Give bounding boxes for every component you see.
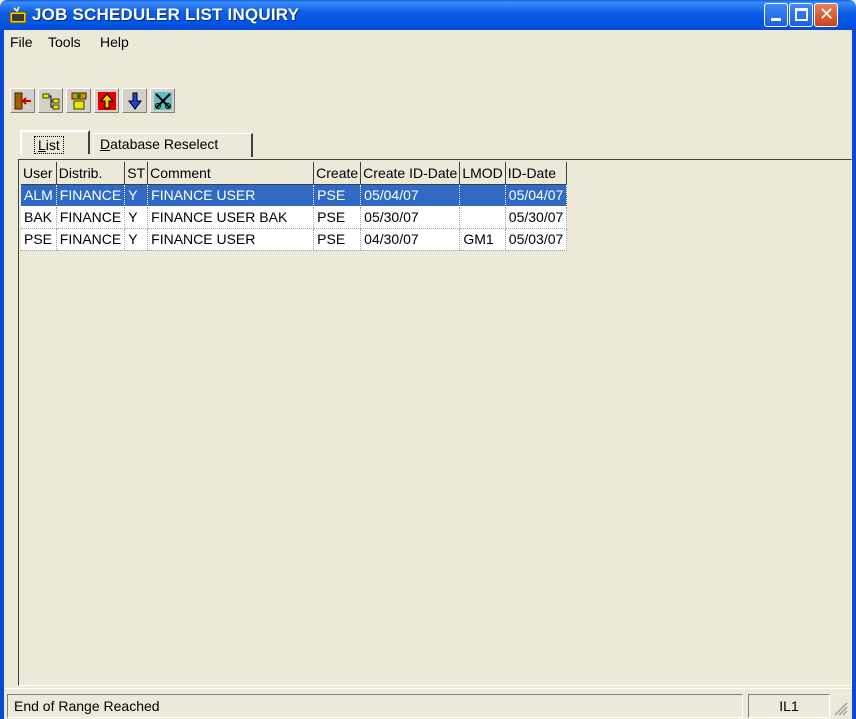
cell-id-date: 05/04/07	[505, 184, 568, 207]
arrow-down-icon	[128, 92, 142, 110]
menu-bar: File Tools Help	[4, 30, 852, 54]
column-header-comment[interactable]: Comment	[147, 162, 315, 185]
tab-database-reselect[interactable]: Database Reselect	[93, 133, 253, 157]
tab-list[interactable]: List	[20, 130, 90, 154]
cell-user: PSE	[21, 228, 57, 251]
job-scheduler-table: User Distrib. ST Comment Create Create I…	[21, 162, 568, 251]
minimize-icon	[771, 18, 781, 21]
menu-tools[interactable]: Tools	[48, 34, 81, 50]
arrow-up-icon	[98, 92, 116, 110]
table-row[interactable]: BAK FINANCE Y FINANCE USER BAK PSE 05/30…	[21, 206, 568, 229]
list-grid-panel: User Distrib. ST Comment Create Create I…	[18, 159, 852, 686]
cell-distrib: FINANCE	[56, 206, 126, 229]
cell-lmod: GM1	[459, 228, 506, 251]
column-header-id-date[interactable]: ID-Date	[505, 162, 568, 185]
column-header-create-id-date[interactable]: Create ID-Date	[360, 162, 461, 185]
title-bar[interactable]: JOB SCHEDULER LIST INQUIRY ✕	[0, 0, 856, 30]
cell-id-date: 05/30/07	[505, 206, 568, 229]
close-icon: ✕	[819, 4, 835, 25]
cell-st: Y	[124, 184, 149, 207]
menu-help[interactable]: Help	[100, 34, 129, 50]
cell-create: PSE	[313, 206, 362, 229]
window-title: JOB SCHEDULER LIST INQUIRY	[32, 5, 300, 24]
move-up-button[interactable]	[94, 88, 119, 113]
window-border-right	[852, 30, 856, 719]
table-header-row: User Distrib. ST Comment Create Create I…	[21, 162, 568, 185]
cell-user: ALM	[21, 184, 57, 207]
toolbar	[10, 88, 310, 118]
column-header-distrib[interactable]: Distrib.	[56, 162, 126, 185]
status-bar: End of Range Reached IL1	[4, 688, 852, 719]
hierarchy-icon	[42, 93, 60, 110]
menu-file[interactable]: File	[10, 34, 33, 50]
cell-create: PSE	[313, 228, 362, 251]
hierarchy-button[interactable]	[38, 88, 63, 113]
status-code-pane: IL1	[748, 694, 830, 718]
cell-user: BAK	[21, 206, 57, 229]
column-header-lmod[interactable]: LMOD	[459, 162, 506, 185]
tree-icon	[71, 92, 87, 110]
cell-create-id-date: 05/04/07	[360, 184, 461, 207]
tab-list-label: List	[34, 136, 64, 154]
cell-distrib: FINANCE	[56, 184, 126, 207]
column-header-create[interactable]: Create	[313, 162, 362, 185]
cell-distrib: FINANCE	[56, 228, 126, 251]
cut-button[interactable]	[150, 88, 175, 113]
cell-create-id-date: 04/30/07	[360, 228, 461, 251]
status-message: End of Range Reached	[14, 698, 160, 714]
column-header-st[interactable]: ST	[124, 162, 149, 185]
cell-create-id-date: 05/30/07	[360, 206, 461, 229]
window-border-left	[0, 30, 4, 719]
exit-icon	[14, 92, 31, 110]
tree-button[interactable]	[66, 88, 91, 113]
cell-comment: FINANCE USER BAK	[147, 206, 315, 229]
table-row[interactable]: ALM FINANCE Y FINANCE USER PSE 05/04/07 …	[21, 184, 568, 207]
app-icon	[8, 6, 28, 24]
maximize-icon	[795, 8, 808, 21]
exit-button[interactable]	[10, 88, 35, 113]
cell-lmod	[459, 184, 506, 207]
cell-st: Y	[124, 206, 149, 229]
maximize-button[interactable]	[789, 3, 813, 27]
table-row[interactable]: PSE FINANCE Y FINANCE USER PSE 04/30/07 …	[21, 228, 568, 251]
cell-st: Y	[124, 228, 149, 251]
scissors-icon	[154, 92, 172, 110]
cell-create: PSE	[313, 184, 362, 207]
cell-comment: FINANCE USER	[147, 184, 315, 207]
status-message-pane: End of Range Reached	[7, 694, 743, 718]
column-header-user[interactable]: User	[21, 162, 57, 185]
move-down-button[interactable]	[122, 88, 147, 113]
status-code: IL1	[779, 698, 799, 714]
tab-database-reselect-label: Database Reselect	[100, 136, 219, 152]
cell-comment: FINANCE USER	[147, 228, 315, 251]
resize-grip-icon[interactable]	[834, 702, 848, 716]
minimize-button[interactable]	[764, 3, 788, 27]
cell-lmod	[459, 206, 506, 229]
close-button[interactable]: ✕	[814, 3, 838, 27]
cell-id-date: 05/03/07	[505, 228, 568, 251]
